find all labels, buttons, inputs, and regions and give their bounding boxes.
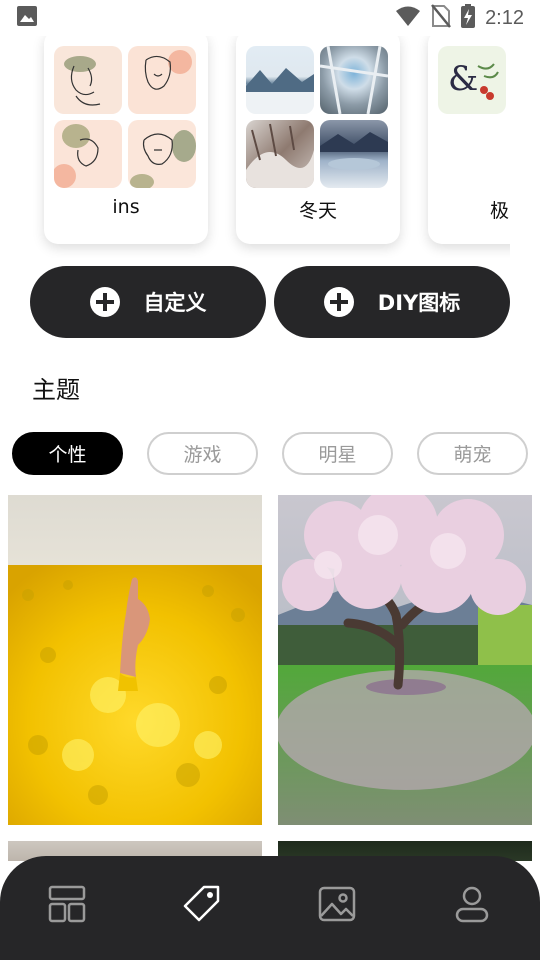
preview-tile [128,46,196,114]
chip-celebrities[interactable]: 明星 [282,432,393,475]
icon-pack-label: 冬天 [298,200,337,222]
status-bar: 2:12 [0,0,540,36]
icon-pack-carousel[interactable]: ins 冬天 & 极 [0,36,510,258]
battery-charging-icon [461,3,476,33]
nav-layout[interactable] [47,884,87,924]
svg-text:&: & [448,59,478,99]
preview-tile: & [438,46,506,114]
nav-icons[interactable] [182,884,222,924]
plus-circle-icon [89,287,120,317]
nav-wallpapers[interactable] [317,884,357,924]
section-title-themes: 主题 [32,376,80,404]
plus-circle-icon [323,287,354,317]
icon-pack-label: ins [112,196,140,218]
custom-button-label: 自定义 [143,291,207,315]
preview-tile [54,46,122,114]
preview-tile [320,46,388,114]
wifi-icon [395,5,421,32]
icon-pack-preview-grid [54,46,198,188]
icon-pack-card-ins[interactable]: ins [44,36,208,244]
clock-time: 2:12 [485,6,524,29]
chip-games[interactable]: 游戏 [147,432,258,475]
preview-tile [54,120,122,188]
theme-thumbnail-flower-field[interactable] [8,495,262,825]
layout-icon [48,885,86,923]
gallery-icon [318,886,356,922]
custom-button[interactable]: 自定义 [30,266,266,338]
nav-profile[interactable] [452,884,492,924]
diy-icon-button[interactable]: DIY图标 [274,266,510,338]
icon-pack-card-winter[interactable]: 冬天 [236,36,400,244]
icon-pack-preview-grid: & [438,46,510,188]
preview-tile [246,120,314,188]
chip-personality[interactable]: 个性 [12,432,123,475]
icon-pack-preview-grid [246,46,390,188]
diy-icon-button-label: DIY图标 [377,291,461,315]
preview-tile [320,120,388,188]
tag-icon [183,885,220,922]
icon-pack-card-minimal[interactable]: & 极 [428,36,510,244]
preview-tile [128,120,196,188]
icon-pack-label: 极 [490,200,510,222]
no-sim-icon [431,3,452,33]
chip-pets[interactable]: 萌宠 [417,432,528,475]
profile-icon [455,886,489,923]
bottom-navigation [0,856,540,960]
image-icon [16,5,38,31]
preview-tile [246,46,314,114]
theme-thumbnail-blossom-tree[interactable] [278,495,532,825]
